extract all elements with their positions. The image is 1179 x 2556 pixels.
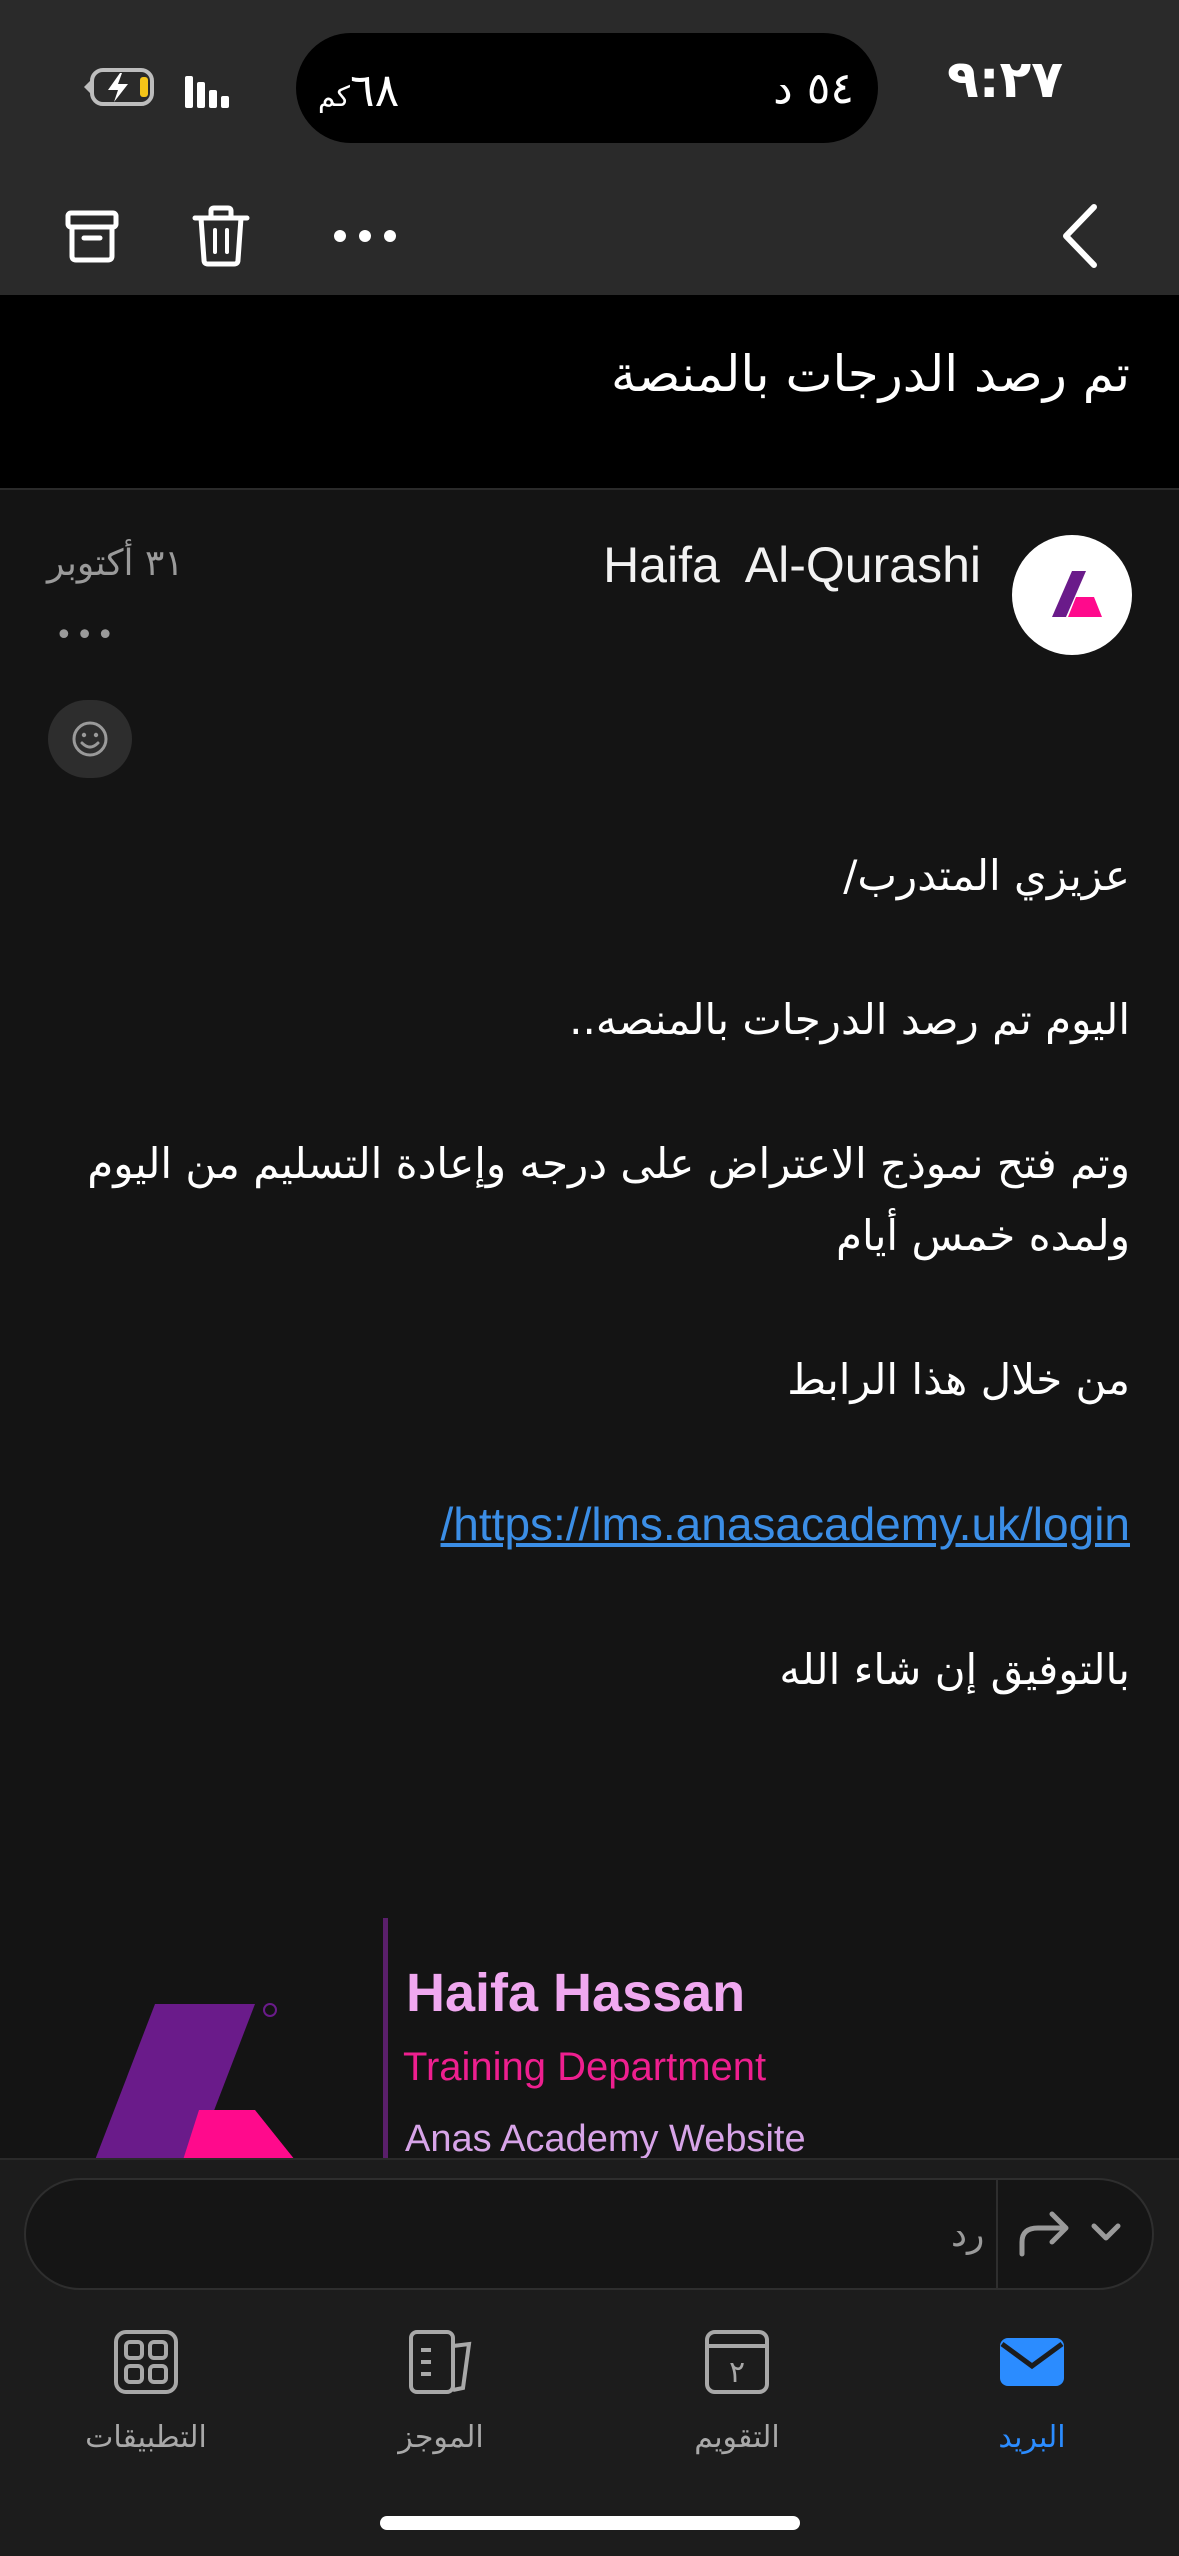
duration-readout: ٥٤ د <box>773 63 854 114</box>
bottom-bar: رد البريد ٢ التقويم الموجز التطبيقات <box>0 2158 1179 2556</box>
signature-department: Training Department <box>403 2045 767 2089</box>
smiley-icon <box>72 721 108 757</box>
body-line-3: من خلال هذا الرابط <box>787 1355 1130 1404</box>
subject-header: تم رصد الدرجات بالمنصة <box>0 295 1179 490</box>
email-body: عزيزي المتدرب/ اليوم تم رصد الدرجات بالم… <box>60 840 1130 1778</box>
cellular-signal-icon <box>185 76 229 108</box>
reply-field[interactable]: رد <box>24 2178 1154 2290</box>
distance-readout: ٦٨كم <box>318 63 400 117</box>
signature-logo <box>95 2003 295 2160</box>
sender-avatar[interactable] <box>1012 535 1132 655</box>
archive-icon <box>65 210 119 263</box>
tab-bar: البريد ٢ التقويم الموجز التطبيقات <box>0 2320 1179 2480</box>
login-link[interactable]: /https://lms.anasacademy.uk/login <box>441 1498 1130 1550</box>
chevron-down-icon <box>1091 2223 1121 2241</box>
dynamic-island: ٦٨كم ٥٤ د <box>296 33 878 143</box>
signature-website-link[interactable]: Anas Academy Website <box>405 2118 806 2161</box>
message-more-button[interactable]: ••• <box>55 618 117 653</box>
apps-icon <box>114 2330 178 2394</box>
anas-academy-logo <box>1052 571 1102 617</box>
signature-divider <box>383 1918 388 2168</box>
mail-icon <box>1000 2338 1064 2386</box>
email-subject: تم رصد الدرجات بالمنصة <box>611 345 1130 403</box>
status-bar: ٦٨كم ٥٤ د ٩:٢٧ <box>0 0 1179 180</box>
delete-button[interactable] <box>181 196 261 276</box>
tab-calendar[interactable]: ٢ التقويم <box>637 2320 837 2480</box>
email-toolbar <box>0 180 1179 295</box>
reply-divider <box>996 2180 998 2288</box>
signature-name: Haifa Hassan <box>406 1963 746 2023</box>
trash-icon <box>192 205 250 267</box>
reply-placeholder: رد <box>951 2214 985 2255</box>
reaction-button[interactable] <box>48 700 132 778</box>
forward-arrow-icon <box>1019 2225 1067 2257</box>
body-line-1: اليوم تم رصد الدرجات بالمنصه.. <box>569 995 1130 1044</box>
greeting-text: عزيزي المتدرب/ <box>843 851 1130 900</box>
battery-charging-icon <box>84 68 154 106</box>
reply-options-button[interactable] <box>1002 2202 1152 2266</box>
clock: ٩:٢٧ <box>946 50 1063 110</box>
email-date: ٣١ أكتوبر <box>47 543 184 584</box>
svg-text:٢: ٢ <box>729 2355 745 2390</box>
tab-apps[interactable]: التطبيقات <box>46 2320 246 2480</box>
tab-mail[interactable]: البريد <box>932 2320 1132 2480</box>
more-options-button[interactable] <box>325 196 405 276</box>
closing-text: بالتوفيق إن شاء الله <box>779 1645 1130 1694</box>
home-indicator[interactable] <box>380 2516 800 2530</box>
archive-button[interactable] <box>52 196 132 276</box>
more-icon <box>334 230 396 242</box>
back-button[interactable] <box>1040 196 1120 276</box>
tab-feed[interactable]: الموجز <box>341 2320 541 2480</box>
body-line-2: وتم فتح نموذج الاعتراض على درجه وإعادة ا… <box>87 1139 1130 1260</box>
sender-name[interactable]: Haifa Al-Qurashi <box>603 536 981 594</box>
feed-icon <box>409 2330 472 2394</box>
back-chevron-icon <box>1063 204 1097 268</box>
calendar-icon: ٢ <box>705 2330 769 2394</box>
